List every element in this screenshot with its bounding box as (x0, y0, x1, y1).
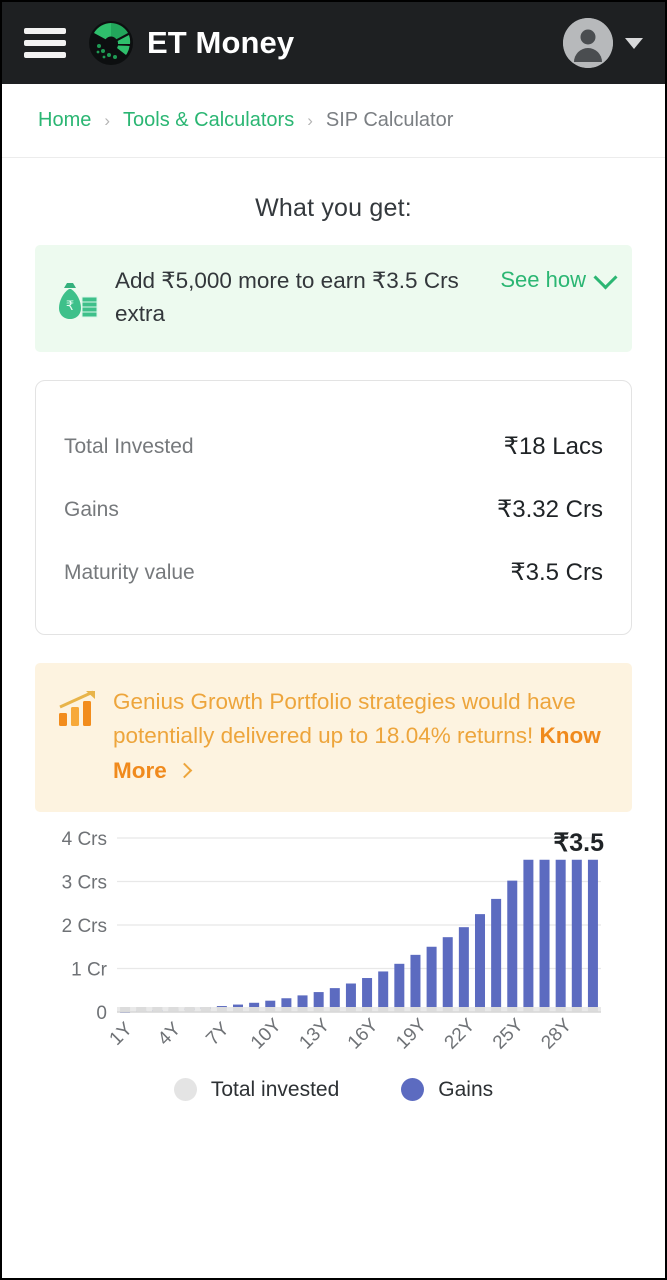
summary-row-total-invested: Total Invested ₹18 Lacs (64, 415, 603, 478)
brand[interactable]: ET Money (88, 20, 294, 66)
add-more-promo-card[interactable]: ₹ Add ₹5,000 more to earn ₹3.5 Crs extra… (35, 245, 632, 353)
chevron-down-icon[interactable] (625, 37, 643, 49)
chart-legend: Total invested Gains (35, 1078, 632, 1102)
app-header: ET Money (2, 2, 665, 84)
bar-chart-growth-icon (55, 685, 99, 734)
chevron-down-icon (593, 264, 618, 290)
brand-name: ET Money (147, 25, 295, 60)
svg-text:13Y: 13Y (295, 1014, 334, 1053)
row-label: Gains (64, 497, 119, 521)
banner-text: Genius Growth Portfolio strategies would… (113, 685, 612, 788)
promo-text: Add ₹5,000 more to earn ₹3.5 Crs extra (115, 268, 459, 326)
row-value: ₹3.5 Crs (510, 559, 603, 587)
user-avatar-icon[interactable] (563, 18, 613, 68)
svg-text:3 Crs: 3 Crs (62, 872, 107, 893)
breadcrumb-separator: › (307, 110, 313, 130)
legend-label: Total invested (210, 1077, 340, 1101)
svg-text:25Y: 25Y (489, 1014, 528, 1053)
chart-peak-label: ₹3.5 (553, 828, 604, 857)
breadcrumb-item-home[interactable]: Home (38, 109, 91, 132)
hamburger-menu-icon[interactable] (24, 28, 66, 58)
growth-chart: ₹3.5 0 1 Cr 2 Crs 3 Crs 4 Crs 1Y 4Y 7Y 10Y 13Y 16Y… (35, 824, 632, 1124)
main-content: What you get: ₹ Add ₹5,000 more to earn … (2, 158, 665, 1278)
svg-text:4Y: 4Y (154, 1018, 186, 1050)
row-value: ₹18 Lacs (503, 433, 603, 461)
money-bag-icon: ₹ (53, 265, 101, 328)
row-label: Total Invested (64, 434, 194, 458)
svg-text:16Y: 16Y (344, 1014, 383, 1053)
svg-text:2 Crs: 2 Crs (62, 916, 107, 937)
row-value: ₹3.32 Crs (497, 496, 603, 524)
svg-text:₹: ₹ (66, 298, 74, 313)
see-how-button[interactable]: See how (500, 264, 618, 293)
page-title: What you get: (255, 194, 412, 222)
svg-text:7Y: 7Y (202, 1018, 234, 1050)
legend-item-gains: Gains (401, 1078, 493, 1102)
see-how-label: See how (500, 267, 586, 292)
svg-text:0: 0 (96, 1003, 107, 1024)
svg-text:22Y: 22Y (441, 1014, 480, 1053)
legend-swatch (401, 1078, 425, 1102)
breadcrumb: Home › Tools & Calculators › SIP Calcula… (2, 84, 665, 158)
banner-message: Genius Growth Portfolio strategies would… (113, 689, 576, 749)
legend-label: Gains (438, 1077, 494, 1101)
summary-row-maturity-value: Maturity value ₹3.5 Crs (64, 541, 603, 604)
svg-text:10Y: 10Y (247, 1014, 286, 1053)
svg-text:1 Cr: 1 Cr (71, 959, 108, 980)
et-money-logo-icon (88, 20, 134, 66)
summary-row-gains: Gains ₹3.32 Crs (64, 478, 603, 541)
header-actions (563, 18, 643, 68)
legend-swatch (173, 1078, 197, 1102)
svg-text:19Y: 19Y (392, 1014, 431, 1053)
svg-text:1Y: 1Y (106, 1018, 138, 1050)
breadcrumb-separator: › (104, 110, 111, 130)
sip-calculator-page: ET Money Home › Tools & Calculators › SI… (2, 2, 665, 1278)
breadcrumb-item-sip-calculator: SIP Calculator (325, 109, 454, 131)
svg-text:28Y: 28Y (537, 1014, 576, 1053)
legend-item-total-invested: Total invested (173, 1077, 340, 1102)
chart-canvas: 0 1 Cr 2 Crs 3 Crs 4 Crs 1Y 4Y 7Y 10Y 13Y 16Y 19Y 22… (62, 829, 601, 1053)
row-label: Maturity value (64, 560, 195, 584)
summary-card: Total Invested ₹18 Lacs Gains ₹3.32 Crs … (35, 380, 632, 636)
breadcrumb-item-tools-calculators[interactable]: Tools & Calculators (123, 109, 294, 132)
genius-growth-banner[interactable]: Genius Growth Portfolio strategies would… (35, 663, 632, 812)
svg-text:4 Crs: 4 Crs (62, 829, 107, 850)
chevron-right-icon (176, 762, 193, 778)
